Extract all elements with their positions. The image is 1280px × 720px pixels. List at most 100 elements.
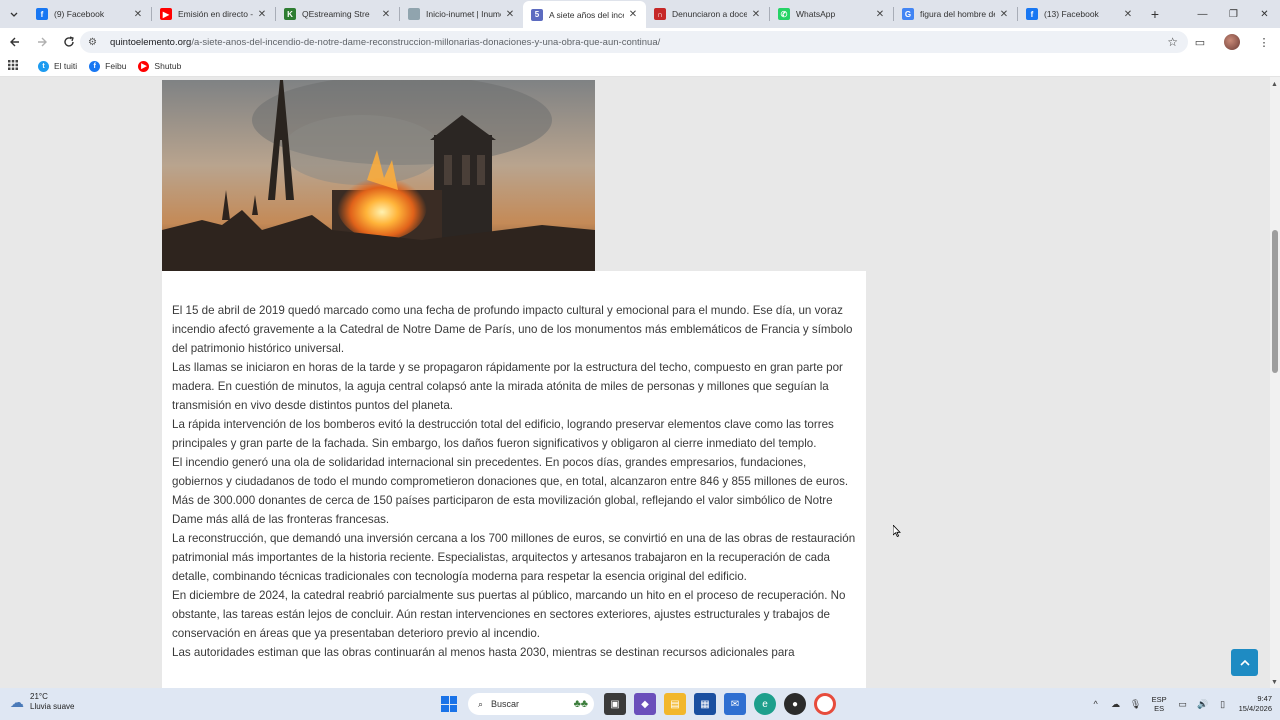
tab-title: (13) Facebook — [1044, 9, 1099, 19]
chevron-up-icon — [1239, 659, 1250, 666]
article-paragraph: El 15 de abril de 2019 quedó marcado com… — [172, 304, 853, 355]
start-button[interactable] — [438, 693, 460, 715]
grid-icon — [8, 59, 18, 70]
minimize-button[interactable]: — — [1187, 0, 1218, 28]
browser-tab[interactable]: f (9) Facebook ✕ — [28, 0, 151, 28]
windows-logo-icon — [449, 696, 457, 704]
tab-title: figura del hombre de — [920, 9, 995, 19]
browser-tab[interactable]: ▶ Emisión en directo - Y ✕ — [152, 0, 275, 28]
browser-tab[interactable]: ∩ Denunciaron a docer ✕ — [646, 0, 769, 28]
browser-tab[interactable]: Gfigura del hombre de ✕ — [894, 0, 1017, 28]
taskbar-apps: ⌕ Buscar ♣♣ ▣ ◆ ▤ ▦ ✉ e ● — [438, 691, 840, 717]
network-icon[interactable]: ▭ — [1173, 699, 1193, 710]
close-tab-icon[interactable]: ✕ — [1123, 9, 1133, 20]
close-tab-icon[interactable]: ✕ — [875, 9, 885, 20]
browser-tab[interactable]: 5 A siete años del ince ✕ — [523, 1, 646, 28]
window-controls: — ❐ ✕ — [1187, 0, 1280, 28]
bookmark-label: Shutub — [154, 61, 182, 71]
url-path: /a-siete-anos-del-incendio-de-notre-dame… — [191, 36, 661, 48]
restore-button[interactable]: ❐ — [1218, 0, 1249, 28]
volume-icon[interactable]: 🔊 — [1193, 699, 1213, 710]
browser-tab[interactable]: f (13) Facebook ✕ — [1018, 0, 1141, 28]
bookmarks-bar: t El tuiti f Feibu ▶ Shutub — [0, 56, 1280, 77]
facebook-icon: f — [36, 8, 48, 20]
close-window-button[interactable]: ✕ — [1249, 0, 1280, 28]
calculator-app-icon[interactable]: ▦ — [694, 693, 716, 715]
close-tab-icon[interactable]: ✕ — [999, 9, 1009, 20]
tab-title: Denunciaron a docer — [672, 9, 747, 19]
new-tab-button[interactable]: + — [1141, 6, 1169, 22]
windows-logo-icon — [441, 696, 449, 704]
facebook-icon: f — [1026, 8, 1038, 20]
bookmark-list: t El tuiti f Feibu ▶ Shutub — [26, 60, 182, 72]
reload-icon — [64, 36, 74, 47]
weather-widget[interactable]: ☁ 21°C Lluvia suave — [10, 692, 74, 712]
microphone-icon[interactable]: 🎙 — [1126, 699, 1146, 710]
arrow-left-icon — [10, 37, 19, 47]
url-text[interactable]: quintoelemento.org/a-siete-anos-del-ince… — [110, 37, 660, 48]
article-body: El 15 de abril de 2019 quedó marcado com… — [162, 271, 866, 688]
bookmark-label: Feibu — [105, 61, 127, 71]
close-tab-icon[interactable]: ✕ — [257, 9, 267, 20]
forward-button[interactable] — [30, 30, 54, 54]
system-tray: ^ ☁ 🎙 ESP ES ▭ 🔊 ▯ 9:47 15/4/2026 — [1086, 688, 1272, 720]
scroll-up-icon[interactable]: ▲ — [1271, 81, 1278, 88]
notre-dame-fire-image — [162, 80, 595, 271]
close-tab-icon[interactable]: ✕ — [505, 9, 515, 20]
apps-grid-icon[interactable] — [0, 59, 26, 73]
back-to-top-button[interactable] — [1231, 649, 1258, 676]
reload-button[interactable] — [57, 30, 81, 54]
close-tab-icon[interactable]: ✕ — [751, 9, 761, 20]
bookmark-label: El tuiti — [54, 61, 78, 71]
chevron-up-icon[interactable]: ^ — [1086, 699, 1106, 709]
article-hero-image — [162, 80, 595, 271]
battery-icon[interactable]: ▯ — [1213, 699, 1233, 710]
task-view-icon[interactable]: ▣ — [604, 693, 626, 715]
tab-title: Inicio-inumet | Inume — [426, 9, 501, 19]
rain-cloud-icon: ☁ — [10, 693, 24, 710]
weather-temp: 21°C — [30, 692, 48, 701]
mouse-cursor-icon — [893, 525, 901, 537]
bookmark-item[interactable]: ▶ Shutub — [138, 60, 182, 72]
cloud-sync-icon[interactable]: ☁ — [1106, 699, 1126, 710]
tab-title: (9) Facebook — [54, 9, 105, 19]
article-paragraph: La rápida intervención de los bomberos e… — [172, 418, 834, 450]
youtube-icon: ▶ — [138, 60, 150, 72]
page-scrollbar[interactable]: ▲ ▼ — [1270, 77, 1280, 688]
scrollbar-thumb[interactable] — [1272, 230, 1278, 373]
close-tab-icon[interactable]: ✕ — [628, 9, 638, 20]
browser-toolbar: ⚙ quintoelemento.org/a-siete-anos-del-in… — [0, 28, 1280, 56]
system-clock[interactable]: 9:47 15/4/2026 — [1239, 694, 1272, 714]
mail-app-icon[interactable]: ✉ — [724, 693, 746, 715]
app-notification-icon[interactable]: ● — [784, 693, 806, 715]
store-app-icon[interactable]: ◆ — [634, 693, 656, 715]
taskbar-search-label: Buscar — [491, 699, 520, 709]
back-button[interactable] — [3, 30, 27, 54]
language-indicator[interactable]: ESP ES — [1152, 695, 1167, 713]
windows-logo-icon — [441, 704, 449, 712]
tab-strip: f (9) Facebook ✕ ▶ Emisión en directo - Y ✕ K Q… — [0, 0, 1280, 28]
profile-avatar[interactable] — [1224, 34, 1240, 50]
bookmark-star-icon[interactable]: ☆ — [1167, 35, 1178, 49]
bookmark-item[interactable]: f Feibu — [89, 60, 127, 72]
menu-icon[interactable]: ⋮ — [1248, 36, 1280, 49]
tab-search-button[interactable] — [0, 0, 28, 28]
file-explorer-icon[interactable]: ▤ — [664, 693, 686, 715]
scroll-down-icon[interactable]: ▼ — [1271, 679, 1278, 686]
close-tab-icon[interactable]: ✕ — [133, 9, 143, 20]
toolbar-right: ▭ ⋮ — [1184, 28, 1280, 56]
chrome-browser-icon[interactable] — [814, 693, 836, 715]
bookmark-item[interactable]: t El tuiti — [38, 60, 78, 72]
edge-browser-icon[interactable]: e — [754, 693, 776, 715]
weather-desc: Lluvia suave — [30, 702, 75, 711]
close-tab-icon[interactable]: ✕ — [381, 9, 391, 20]
address-bar[interactable]: ⚙ quintoelemento.org/a-siete-anos-del-in… — [80, 31, 1188, 53]
site-info-icon[interactable]: ⚙ — [88, 37, 102, 48]
browser-tab[interactable]: Inicio-inumet | Inume ✕ — [400, 0, 523, 28]
cast-icon[interactable]: ▭ — [1184, 36, 1216, 49]
browser-tab[interactable]: ✆ WhatsApp ✕ — [770, 0, 893, 28]
language-code: ESP — [1151, 695, 1167, 704]
article-paragraph: Las autoridades estiman que las obras co… — [172, 646, 795, 659]
browser-tab[interactable]: K QEstreaming Stre ✕ — [276, 0, 399, 28]
taskbar-search[interactable]: ⌕ Buscar ♣♣ — [468, 693, 594, 715]
